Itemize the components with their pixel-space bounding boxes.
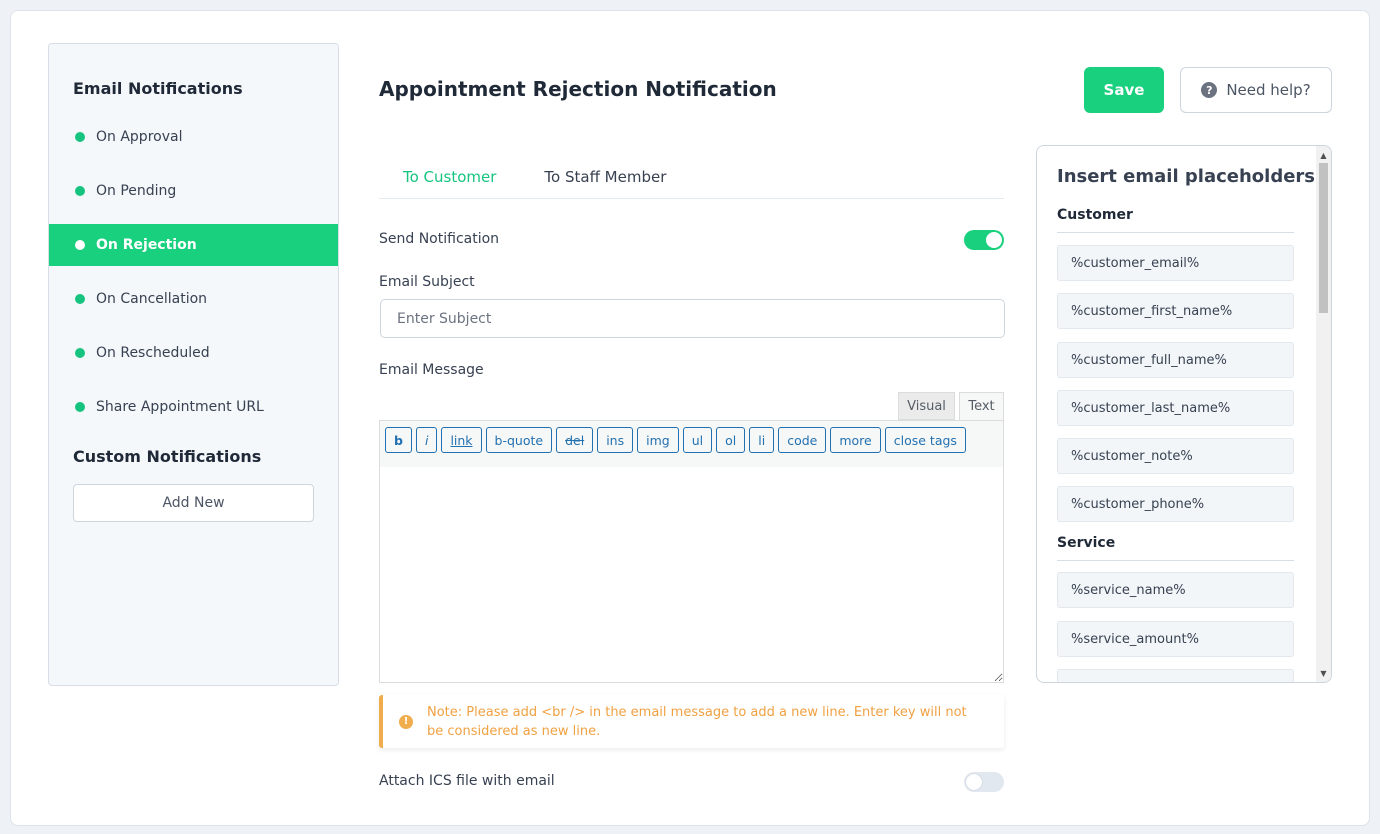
status-dot-icon xyxy=(75,402,85,412)
placeholder-customer-last-name[interactable]: %customer_last_name% xyxy=(1057,390,1294,426)
email-subject-label: Email Subject xyxy=(379,274,475,290)
warning-icon: ! xyxy=(399,714,413,729)
placeholder-next-item-partial[interactable] xyxy=(1057,669,1294,682)
placeholder-service-name[interactable]: %service_name% xyxy=(1057,572,1294,608)
placeholder-customer-full-name[interactable]: %customer_full_name% xyxy=(1057,342,1294,378)
link-button[interactable]: link xyxy=(441,427,482,453)
attach-ics-label: Attach ICS file with email xyxy=(379,773,555,789)
insert-button[interactable]: ins xyxy=(597,427,634,453)
sidebar-item-label: On Cancellation xyxy=(96,291,208,307)
status-dot-icon xyxy=(75,186,85,196)
need-help-button[interactable]: ? Need help? xyxy=(1180,67,1332,113)
delete-button[interactable]: del xyxy=(556,427,594,453)
ordered-list-button[interactable]: ol xyxy=(716,427,746,453)
tab-to-staff-member[interactable]: To Staff Member xyxy=(520,158,690,198)
status-dot-icon xyxy=(75,132,85,142)
placeholder-group-service: Service xyxy=(1057,535,1294,561)
sidebar-item-on-rejection[interactable]: On Rejection xyxy=(49,224,338,266)
list-item-button[interactable]: li xyxy=(749,427,775,453)
status-dot-icon xyxy=(75,348,85,358)
placeholder-customer-first-name[interactable]: %customer_first_name% xyxy=(1057,293,1294,329)
toggle-knob xyxy=(986,232,1002,248)
unordered-list-button[interactable]: ul xyxy=(682,427,713,453)
notifications-sidebar: Email Notifications On Approval On Pendi… xyxy=(48,43,339,686)
new-line-note: ! Note: Please add <br /> in the email m… xyxy=(379,695,1004,748)
scroll-down-arrow-icon[interactable]: ▼ xyxy=(1316,666,1331,680)
sidebar-item-share-appointment-url[interactable]: Share Appointment URL xyxy=(49,386,338,428)
editor-tab-visual[interactable]: Visual xyxy=(898,392,955,420)
sidebar-item-label: On Rescheduled xyxy=(96,345,210,361)
save-button[interactable]: Save xyxy=(1084,67,1164,113)
status-dot-icon xyxy=(75,240,85,250)
email-placeholders-panel: Insert email placeholders Customer %cust… xyxy=(1036,145,1332,683)
need-help-label: Need help? xyxy=(1226,81,1311,99)
placeholders-title: Insert email placeholders xyxy=(1057,166,1316,187)
email-message-label: Email Message xyxy=(379,362,484,378)
blockquote-button[interactable]: b-quote xyxy=(485,427,553,453)
sidebar-item-label: On Pending xyxy=(96,183,177,199)
page-title: Appointment Rejection Notification xyxy=(379,77,777,101)
send-notification-toggle[interactable] xyxy=(964,230,1004,250)
status-dot-icon xyxy=(75,294,85,304)
recipient-tabs: To Customer To Staff Member xyxy=(379,158,1004,199)
sidebar-item-label: On Rejection xyxy=(96,237,197,253)
placeholder-customer-phone[interactable]: %customer_phone% xyxy=(1057,486,1294,522)
placeholder-customer-note[interactable]: %customer_note% xyxy=(1057,438,1294,474)
placeholder-service-amount[interactable]: %service_amount% xyxy=(1057,621,1294,657)
add-new-button[interactable]: Add New xyxy=(73,484,314,522)
sidebar-item-label: Share Appointment URL xyxy=(96,399,264,415)
editor-tab-text[interactable]: Text xyxy=(959,392,1004,420)
scroll-up-arrow-icon[interactable]: ▲ xyxy=(1316,148,1331,162)
sidebar-item-on-pending[interactable]: On Pending xyxy=(49,170,338,212)
editor-toolbar: b i link b-quote del ins img ul ol li co… xyxy=(379,420,1004,468)
help-circle-icon: ? xyxy=(1201,82,1218,98)
placeholders-scrollbar[interactable]: ▲ ▼ xyxy=(1316,146,1331,682)
placeholder-customer-email[interactable]: %customer_email% xyxy=(1057,245,1294,281)
placeholder-group-customer: Customer xyxy=(1057,207,1294,233)
more-button[interactable]: more xyxy=(830,427,881,453)
custom-notifications-heading: Custom Notifications xyxy=(73,447,262,466)
tab-to-customer[interactable]: To Customer xyxy=(379,158,520,198)
sidebar-item-label: On Approval xyxy=(96,129,183,145)
italic-button[interactable]: i xyxy=(415,427,438,453)
bold-button[interactable]: b xyxy=(385,427,412,453)
sidebar-item-on-rescheduled[interactable]: On Rescheduled xyxy=(49,332,338,374)
sidebar-item-on-cancellation[interactable]: On Cancellation xyxy=(49,278,338,320)
image-button[interactable]: img xyxy=(637,427,679,453)
email-subject-input[interactable] xyxy=(380,299,1005,338)
note-text: Note: Please add <br /> in the email mes… xyxy=(427,704,967,739)
email-message-textarea[interactable] xyxy=(379,467,1004,683)
email-notifications-heading: Email Notifications xyxy=(73,79,243,98)
sidebar-item-on-approval[interactable]: On Approval xyxy=(49,116,338,158)
scrollbar-thumb[interactable] xyxy=(1319,163,1328,313)
code-button[interactable]: code xyxy=(778,427,827,453)
toggle-knob xyxy=(966,774,982,790)
send-notification-label: Send Notification xyxy=(379,231,500,247)
close-tags-button[interactable]: close tags xyxy=(884,427,966,453)
attach-ics-toggle[interactable] xyxy=(964,772,1004,792)
